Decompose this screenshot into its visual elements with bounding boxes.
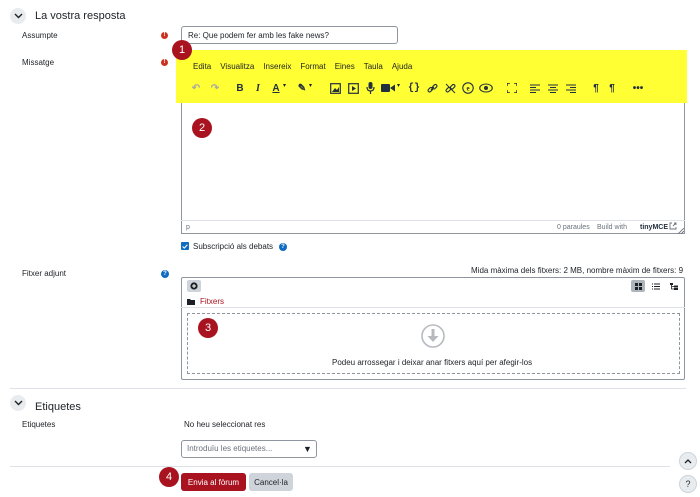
editor-path: p bbox=[186, 224, 190, 231]
menu-format[interactable]: Format bbox=[300, 62, 325, 71]
view-icons-button[interactable] bbox=[631, 280, 645, 292]
fullscreen-icon[interactable] bbox=[506, 82, 518, 94]
chevron-down-icon[interactable]: ▾ bbox=[309, 82, 312, 89]
help-icon[interactable]: ? bbox=[279, 243, 287, 251]
annotation-badge-4: 4 bbox=[159, 467, 179, 487]
text-color-icon[interactable]: A bbox=[270, 82, 282, 94]
redo-icon[interactable]: ↷ bbox=[209, 82, 221, 94]
ltr-icon[interactable]: ¶ bbox=[590, 82, 602, 94]
more-icon[interactable]: ••• bbox=[632, 82, 644, 94]
tags-label: Etiquetes bbox=[22, 420, 56, 429]
italic-icon[interactable]: I bbox=[252, 82, 264, 94]
resize-handle-icon[interactable] bbox=[677, 226, 685, 236]
menu-insereix[interactable]: Insereix bbox=[263, 62, 291, 71]
link-icon[interactable] bbox=[426, 82, 438, 94]
chevron-down-icon[interactable]: ▾ bbox=[397, 82, 400, 89]
bold-icon[interactable]: B bbox=[234, 82, 246, 94]
media-icon[interactable] bbox=[347, 82, 359, 94]
svg-text:e: e bbox=[466, 85, 469, 93]
subject-input[interactable]: Re: Que podem fer amb les fake news? bbox=[181, 26, 398, 44]
highlight-color-icon[interactable]: ✎ bbox=[296, 82, 308, 94]
build-with-label: Build with bbox=[597, 224, 627, 231]
attachment-max-info: Mida màxima dels fitxers: 2 MB, nombre m… bbox=[471, 266, 684, 275]
code-icon[interactable]: {} bbox=[408, 82, 420, 94]
rtl-icon[interactable]: ¶ bbox=[606, 82, 618, 94]
chevron-down-icon[interactable]: ▾ bbox=[283, 82, 286, 89]
annotation-badge-3: 3 bbox=[198, 318, 218, 338]
chevron-up-icon bbox=[684, 458, 692, 463]
unlink-icon[interactable] bbox=[444, 82, 456, 94]
subscription-label: Subscripció als debats bbox=[193, 242, 274, 251]
undo-icon[interactable]: ↶ bbox=[190, 82, 202, 94]
equation-icon[interactable]: e bbox=[462, 82, 474, 94]
align-right-icon[interactable] bbox=[565, 82, 577, 94]
folder-icon bbox=[187, 297, 195, 307]
subject-label: Assumpte bbox=[22, 31, 58, 40]
divider bbox=[181, 307, 685, 308]
editor-toolbar-highlight bbox=[176, 50, 687, 103]
cancel-button[interactable]: Cancel·la bbox=[249, 473, 293, 491]
download-arrow-icon bbox=[421, 324, 445, 350]
section-separator bbox=[10, 388, 686, 389]
tags-none-selected: No heu seleccionat res bbox=[184, 420, 266, 429]
menu-edita[interactable]: Edita bbox=[193, 62, 211, 71]
annotation-badge-2: 2 bbox=[192, 118, 212, 138]
menu-visualitza[interactable]: Visualitza bbox=[220, 62, 254, 71]
folder-breadcrumb[interactable]: Fitxers bbox=[200, 297, 224, 306]
scroll-top-button[interactable] bbox=[679, 452, 697, 470]
tinymce-logo[interactable]: tinyMCE bbox=[640, 224, 668, 231]
help-icon[interactable]: ? bbox=[161, 270, 169, 278]
menu-taula[interactable]: Taula bbox=[364, 62, 383, 71]
chevron-down-icon bbox=[14, 400, 22, 406]
editor-content-area[interactable] bbox=[182, 104, 684, 220]
image-icon[interactable] bbox=[329, 82, 341, 94]
list-icon bbox=[652, 283, 660, 289]
annotation-badge-1: 1 bbox=[172, 40, 192, 60]
attachment-label: Fitxer adjunt bbox=[22, 269, 67, 278]
add-file-button[interactable] bbox=[187, 280, 201, 292]
record-audio-icon[interactable] bbox=[364, 82, 376, 94]
subscription-checkbox[interactable] bbox=[181, 242, 189, 250]
align-left-icon[interactable] bbox=[529, 82, 541, 94]
form-footer-separator bbox=[10, 466, 670, 467]
tree-icon bbox=[670, 282, 678, 290]
view-list-button[interactable] bbox=[649, 280, 663, 292]
chevron-down-icon bbox=[14, 13, 22, 19]
menu-ajuda[interactable]: Ajuda bbox=[392, 62, 412, 71]
section-tags-title: Etiquetes bbox=[35, 401, 81, 413]
grid-icon bbox=[634, 282, 642, 290]
section-reply-toggle[interactable] bbox=[10, 8, 26, 24]
word-count: 0 paraules bbox=[557, 224, 590, 231]
tags-input[interactable]: Introduïu les etiquetes... bbox=[181, 440, 317, 458]
message-label: Missatge bbox=[22, 58, 55, 67]
section-reply-title: La vostra resposta bbox=[35, 10, 126, 22]
required-icon: ! bbox=[161, 32, 168, 39]
external-link-icon bbox=[669, 222, 677, 232]
help-button[interactable]: ? bbox=[679, 475, 697, 493]
required-icon: ! bbox=[161, 59, 168, 66]
accessibility-checker-icon[interactable] bbox=[479, 82, 493, 94]
question-mark-icon: ? bbox=[685, 479, 691, 489]
add-file-icon bbox=[190, 282, 198, 290]
submit-forum-button[interactable]: Envia al fòrum bbox=[181, 473, 246, 491]
record-video-icon[interactable] bbox=[381, 82, 395, 94]
align-center-icon[interactable] bbox=[547, 82, 559, 94]
editor-menubar: Edita Visualitza Insereix Format Eines T… bbox=[193, 62, 412, 71]
view-tree-button[interactable] bbox=[667, 280, 681, 292]
drop-zone-text: Podeu arrossegar i deixar anar fitxers a… bbox=[332, 358, 533, 367]
section-tags-toggle[interactable] bbox=[10, 395, 26, 411]
chevron-down-icon[interactable]: ▼ bbox=[303, 444, 312, 454]
menu-eines[interactable]: Eines bbox=[335, 62, 355, 71]
